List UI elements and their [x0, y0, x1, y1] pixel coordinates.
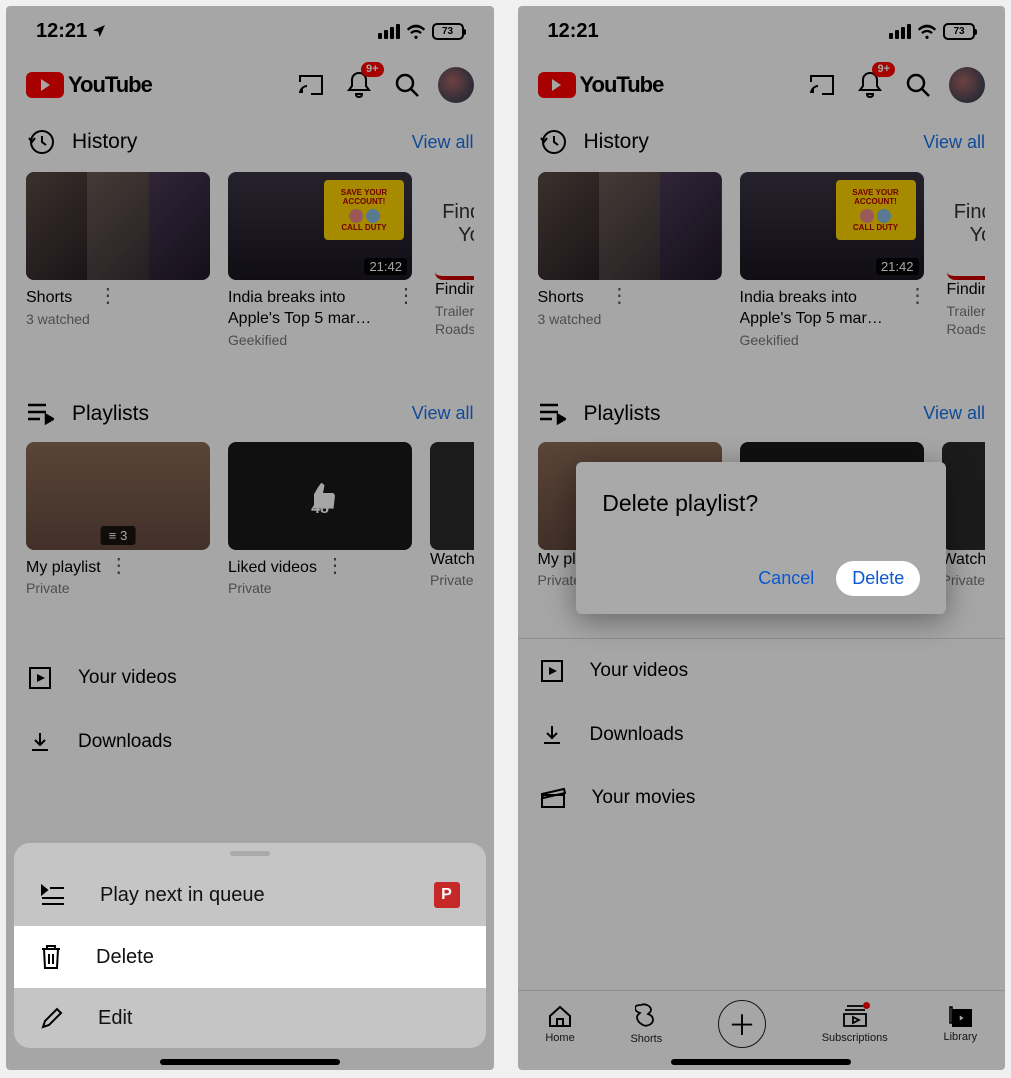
card-title: Shorts [26, 288, 90, 309]
location-arrow-icon [91, 23, 107, 39]
cast-icon[interactable] [294, 68, 328, 102]
phone-left: 12:21 73 YouTube 9+ History Vi [6, 6, 494, 1070]
bottom-sheet: Play next in queue P Delete Edit [14, 843, 486, 1048]
status-time: 12:21 [36, 20, 107, 43]
home-indicator[interactable] [671, 1059, 851, 1065]
card-sub: Private [228, 580, 317, 596]
avatar[interactable] [438, 67, 474, 103]
dialog-delete-button[interactable]: Delete [836, 561, 920, 596]
pencil-icon [40, 1006, 64, 1030]
link-label: Your videos [78, 667, 177, 689]
premium-tag: P [434, 882, 460, 908]
playlists-viewall[interactable]: View all [412, 403, 474, 424]
history-icon [26, 128, 54, 156]
notification-badge: 9+ [361, 62, 384, 77]
card-sub: Private [430, 572, 474, 588]
history-section: History View all Shorts 3 watched ⋮ SAVE… [6, 114, 494, 348]
queue-icon [40, 884, 66, 906]
playlist-card-my[interactable]: ≡ 3 My playlist Private ⋮ [26, 442, 210, 597]
youtube-wordmark: YouTube [68, 72, 152, 98]
sheet-play-next[interactable]: Play next in queue P [14, 864, 486, 926]
playlists-section: Playlists View all ≡ 3 My playlist Priva… [6, 388, 494, 597]
sheet-label: Edit [98, 1007, 132, 1030]
thumb-overlay-banner: SAVE YOUR ACCOUNT! CALL DUTY [324, 180, 404, 240]
card-sub: 3 watched [26, 311, 90, 327]
playlist-card-liked[interactable]: 48 Liked videos Private ⋮ [228, 442, 412, 597]
wifi-icon [406, 24, 426, 39]
links-section: Your videos Downloads [6, 646, 494, 774]
playlists-icon [26, 403, 54, 425]
card-sub: Geekified [228, 332, 388, 348]
more-icon[interactable]: ⋮ [96, 288, 119, 304]
link-label: Downloads [78, 731, 172, 753]
app-bar: YouTube 9+ [6, 56, 494, 114]
card-title: My playlist [26, 558, 101, 579]
history-viewall[interactable]: View all [412, 132, 474, 153]
delete-dialog: Delete playlist? Cancel Delete [576, 462, 946, 614]
battery-icon: 73 [432, 23, 464, 40]
youtube-play-icon [26, 72, 64, 98]
finding-thumb: Finding You [435, 172, 474, 280]
sheet-label: Play next in queue [100, 884, 265, 907]
downloads-link[interactable]: Downloads [6, 710, 494, 774]
more-icon[interactable]: ⋮ [323, 558, 346, 574]
shorts-thumb [26, 172, 210, 280]
status-bar: 12:21 73 [6, 6, 494, 56]
duration-badge: 21:42 [364, 258, 407, 275]
home-indicator[interactable] [160, 1059, 340, 1065]
liked-count: 48 [311, 500, 329, 518]
youtube-logo[interactable]: YouTube [26, 72, 152, 98]
your-videos-link[interactable]: Your videos [6, 646, 494, 710]
playlists-title: Playlists [72, 402, 149, 426]
card-channel: Roadside [435, 321, 474, 337]
status-right: 73 [378, 23, 464, 40]
video-thumb: SAVE YOUR ACCOUNT! CALL DUTY 21:42 [228, 172, 412, 280]
watchlater-thumb [430, 442, 474, 550]
history-card-finding[interactable]: Finding You Finding Trailer | I Roadside [435, 172, 474, 348]
history-card-shorts[interactable]: Shorts 3 watched ⋮ [26, 172, 210, 348]
notifications-icon[interactable]: 9+ [342, 68, 376, 102]
playlist-card-watchlater[interactable]: Watch L Private [430, 442, 474, 597]
card-sub: Private [26, 580, 101, 596]
card-title: Watch L [430, 550, 474, 571]
download-icon [28, 730, 52, 754]
battery-pct: 73 [442, 26, 453, 37]
more-icon[interactable]: ⋮ [107, 558, 130, 574]
play-box-icon [28, 666, 52, 690]
dialog-overlay: Delete playlist? Cancel Delete [518, 6, 1006, 1070]
phone-right: 12:21 73 YouTube 9+ History View all [518, 6, 1006, 1070]
more-icon[interactable]: ⋮ [394, 288, 417, 304]
trash-icon [40, 944, 62, 970]
signal-icon [378, 24, 400, 39]
card-title: Finding [435, 280, 474, 301]
history-row[interactable]: Shorts 3 watched ⋮ SAVE YOUR ACCOUNT! CA… [26, 172, 474, 348]
sheet-handle[interactable] [230, 851, 270, 856]
card-sub: Trailer | I [435, 303, 474, 319]
dialog-cancel-button[interactable]: Cancel [758, 568, 814, 589]
playlist-count: ≡ 3 [101, 526, 136, 545]
sheet-edit[interactable]: Edit [14, 988, 486, 1048]
dialog-title: Delete playlist? [602, 490, 920, 517]
playlists-row[interactable]: ≡ 3 My playlist Private ⋮ 48 Lik [26, 442, 474, 597]
history-title: History [72, 130, 137, 154]
history-card-video[interactable]: SAVE YOUR ACCOUNT! CALL DUTY 21:42 India… [228, 172, 417, 348]
liked-thumb: 48 [228, 442, 412, 550]
sheet-label: Delete [96, 946, 154, 969]
card-title: Liked videos [228, 558, 317, 579]
search-icon[interactable] [390, 68, 424, 102]
playlist-thumb: ≡ 3 [26, 442, 210, 550]
clock-text: 12:21 [36, 20, 87, 43]
card-title: India breaks into Apple's Top 5 mar… [228, 288, 388, 330]
sheet-delete[interactable]: Delete [14, 926, 486, 988]
